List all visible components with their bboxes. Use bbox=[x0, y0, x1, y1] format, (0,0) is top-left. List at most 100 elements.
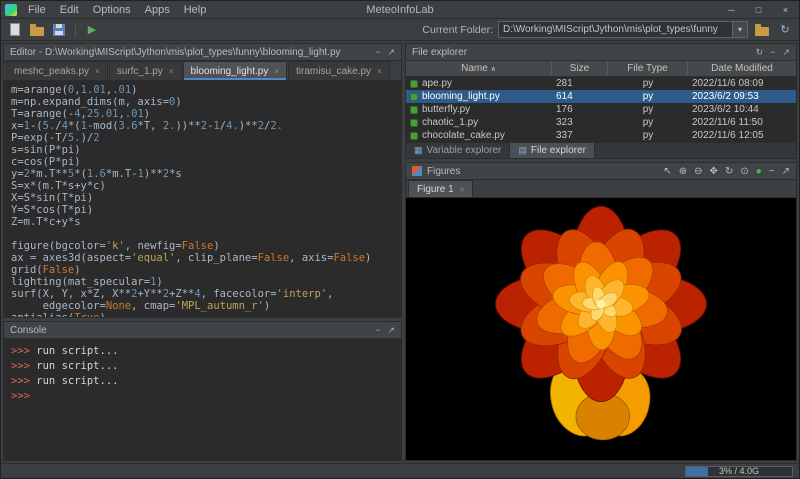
file-name-cell: blooming_light.py bbox=[406, 91, 552, 102]
column-label: Size bbox=[570, 63, 589, 74]
code-line: x=1-(5./4*(1-mod(3.6*T, 2.))**2-1/4.)**2… bbox=[11, 120, 401, 132]
collapse-icon[interactable]: − bbox=[375, 325, 380, 335]
editor-tab-blooming_light-py[interactable]: blooming_light.py× bbox=[183, 61, 288, 80]
editor-tab-meshc_peaks-py[interactable]: meshc_peaks.py× bbox=[6, 61, 108, 80]
column-header-size[interactable]: Size bbox=[552, 61, 608, 76]
maximize-button[interactable]: □ bbox=[745, 1, 772, 19]
pointer-icon[interactable]: ↖ bbox=[663, 166, 671, 177]
console-prompt: >>> bbox=[11, 375, 30, 387]
python-file-icon bbox=[410, 80, 418, 88]
close-button[interactable]: × bbox=[772, 1, 799, 19]
file-name-cell: ape.py bbox=[406, 78, 552, 89]
tab-close-icon[interactable]: × bbox=[274, 67, 279, 76]
bottom-tab-variable-explorer[interactable]: ▦Variable explorer bbox=[406, 143, 510, 158]
console-output[interactable]: >>> run script...>>> run script...>>> ru… bbox=[4, 339, 401, 460]
animation-icon[interactable]: ● bbox=[756, 166, 762, 177]
figure-tab-close-icon[interactable]: × bbox=[460, 185, 465, 194]
tab-close-icon[interactable]: × bbox=[95, 67, 100, 76]
file-name-cell: butterfly.py bbox=[406, 104, 552, 115]
code-editor[interactable]: m=arange(0,1.01,.01)m=np.expand_dims(m, … bbox=[4, 81, 401, 317]
collapse-icon[interactable]: − bbox=[770, 47, 775, 57]
identify-icon[interactable]: ⊙ bbox=[740, 166, 748, 177]
tab-close-icon[interactable]: × bbox=[377, 67, 382, 76]
figures-panel: Figures ↖ ⊕ ⊖ ✥ ↻ ⊙ ●−↗ Figure 1 × bbox=[405, 162, 797, 461]
code-line: edgecolor=None, cmap='MPL_autumn_r') bbox=[11, 300, 401, 312]
minimize-button[interactable]: ─ bbox=[718, 1, 745, 19]
console-line: >>> run script... bbox=[11, 359, 394, 374]
float-icon[interactable]: ↗ bbox=[387, 47, 395, 58]
float-icon[interactable]: ↗ bbox=[782, 47, 790, 58]
file-row[interactable]: chaotic_1.py323py2022/11/6 11:50 bbox=[406, 116, 796, 129]
column-header-date[interactable]: Date Modified bbox=[688, 61, 796, 76]
file-explorer-header-icons: ↻ − ↗ bbox=[756, 47, 790, 58]
editor-tab-tiramisu_cake-py[interactable]: tiramisu_cake.py× bbox=[288, 61, 390, 80]
zoom-out-icon[interactable]: ⊖ bbox=[694, 166, 702, 177]
file-date-cell: 2023/6/2 09:53 bbox=[688, 91, 796, 102]
file-row[interactable]: butterfly.py176py2023/6/2 10:44 bbox=[406, 103, 796, 116]
tab-close-icon[interactable]: × bbox=[169, 67, 174, 76]
refresh-icon[interactable]: ↻ bbox=[756, 47, 764, 58]
browse-folder-button[interactable] bbox=[753, 21, 771, 39]
dropdown-arrow-icon[interactable]: ▾ bbox=[732, 22, 747, 37]
file-row[interactable]: ape.py281py2022/11/6 08:09 bbox=[406, 77, 796, 90]
editor-tab-surfc_1-py[interactable]: surfc_1.py× bbox=[109, 61, 182, 80]
open-file-button[interactable] bbox=[28, 21, 46, 39]
file-size-cell: 614 bbox=[552, 91, 608, 102]
save-button[interactable] bbox=[50, 21, 68, 39]
file-size-cell: 323 bbox=[552, 117, 608, 128]
toolbar-separator bbox=[75, 23, 76, 37]
code-line: c=cos(P*pi) bbox=[11, 156, 401, 168]
python-file-icon bbox=[410, 93, 418, 101]
bottom-tab-file-explorer[interactable]: ▤File explorer bbox=[510, 143, 595, 158]
menu-apps[interactable]: Apps bbox=[138, 4, 177, 16]
console-prompt: >>> bbox=[11, 360, 30, 372]
file-explorer-title: File explorer bbox=[412, 47, 467, 58]
pan-icon[interactable]: ✥ bbox=[710, 166, 718, 177]
menu-file[interactable]: File bbox=[21, 4, 53, 16]
file-name: ape.py bbox=[422, 78, 452, 89]
sort-asc-icon: ∧ bbox=[491, 65, 496, 73]
zoom-in-icon[interactable]: ⊕ bbox=[679, 166, 687, 177]
open-folder-icon bbox=[30, 27, 44, 36]
file-name: blooming_light.py bbox=[422, 91, 500, 102]
meteoinfolab-window: FileEditOptionsAppsHelp MeteoInfoLab ─ □… bbox=[0, 0, 800, 479]
current-folder-combobox[interactable]: D:\Working\MIScript\Jython\mis\plot_type… bbox=[498, 21, 748, 38]
rotate-icon[interactable]: ↻ bbox=[725, 166, 733, 177]
menu-help[interactable]: Help bbox=[177, 4, 214, 16]
figure-canvas[interactable] bbox=[406, 198, 796, 460]
console-line: >>> run script... bbox=[11, 344, 394, 359]
code-line: lighting(mat_specular=1) bbox=[11, 276, 401, 288]
python-file-icon bbox=[410, 119, 418, 127]
file-date-cell: 2022/11/6 08:09 bbox=[688, 78, 796, 89]
code-line bbox=[11, 228, 401, 240]
refresh-button[interactable]: ↻ bbox=[776, 21, 794, 39]
new-file-button[interactable] bbox=[6, 21, 24, 39]
menu-edit[interactable]: Edit bbox=[53, 4, 86, 16]
file-row[interactable]: blooming_light.py614py2023/6/2 09:53 bbox=[406, 90, 796, 103]
run-script-button[interactable]: ▶ bbox=[83, 21, 101, 39]
file-date-cell: 2023/6/2 10:44 bbox=[688, 104, 796, 115]
file-table: ape.py281py2022/11/6 08:09blooming_light… bbox=[406, 77, 796, 142]
figure-tab[interactable]: Figure 1 × bbox=[408, 180, 473, 197]
column-header-type[interactable]: File Type bbox=[608, 61, 688, 76]
toolbar-right-group: Current Folder: D:\Working\MIScript\Jyth… bbox=[422, 21, 794, 39]
file-date-cell: 2022/11/6 12:05 bbox=[688, 130, 796, 141]
figures-title: Figures bbox=[427, 166, 460, 177]
column-header-name[interactable]: Name∧ bbox=[406, 61, 552, 76]
menu-options[interactable]: Options bbox=[86, 4, 138, 16]
collapse-icon[interactable]: − bbox=[769, 166, 775, 177]
bottom-tab-label: File explorer bbox=[531, 145, 586, 156]
code-line: ax = axes3d(aspect='equal', clip_plane=F… bbox=[11, 252, 401, 264]
console-header-icons: − ↗ bbox=[375, 325, 395, 336]
current-folder-label: Current Folder: bbox=[422, 24, 493, 36]
explorer-bottom-tabs: ▦Variable explorer▤File explorer bbox=[406, 142, 796, 158]
editor-header-icons: − ↗ bbox=[375, 47, 395, 58]
file-name-cell: chaotic_1.py bbox=[406, 117, 552, 128]
file-row[interactable]: chocolate_cake.py337py2022/11/6 12:05 bbox=[406, 129, 796, 142]
file-name: chocolate_cake.py bbox=[422, 130, 505, 141]
file-name: chaotic_1.py bbox=[422, 117, 478, 128]
float-icon[interactable]: ↗ bbox=[782, 166, 790, 177]
figures-header: Figures ↖ ⊕ ⊖ ✥ ↻ ⊙ ●−↗ bbox=[406, 163, 796, 180]
collapse-icon[interactable]: − bbox=[375, 47, 380, 57]
float-icon[interactable]: ↗ bbox=[387, 325, 395, 336]
